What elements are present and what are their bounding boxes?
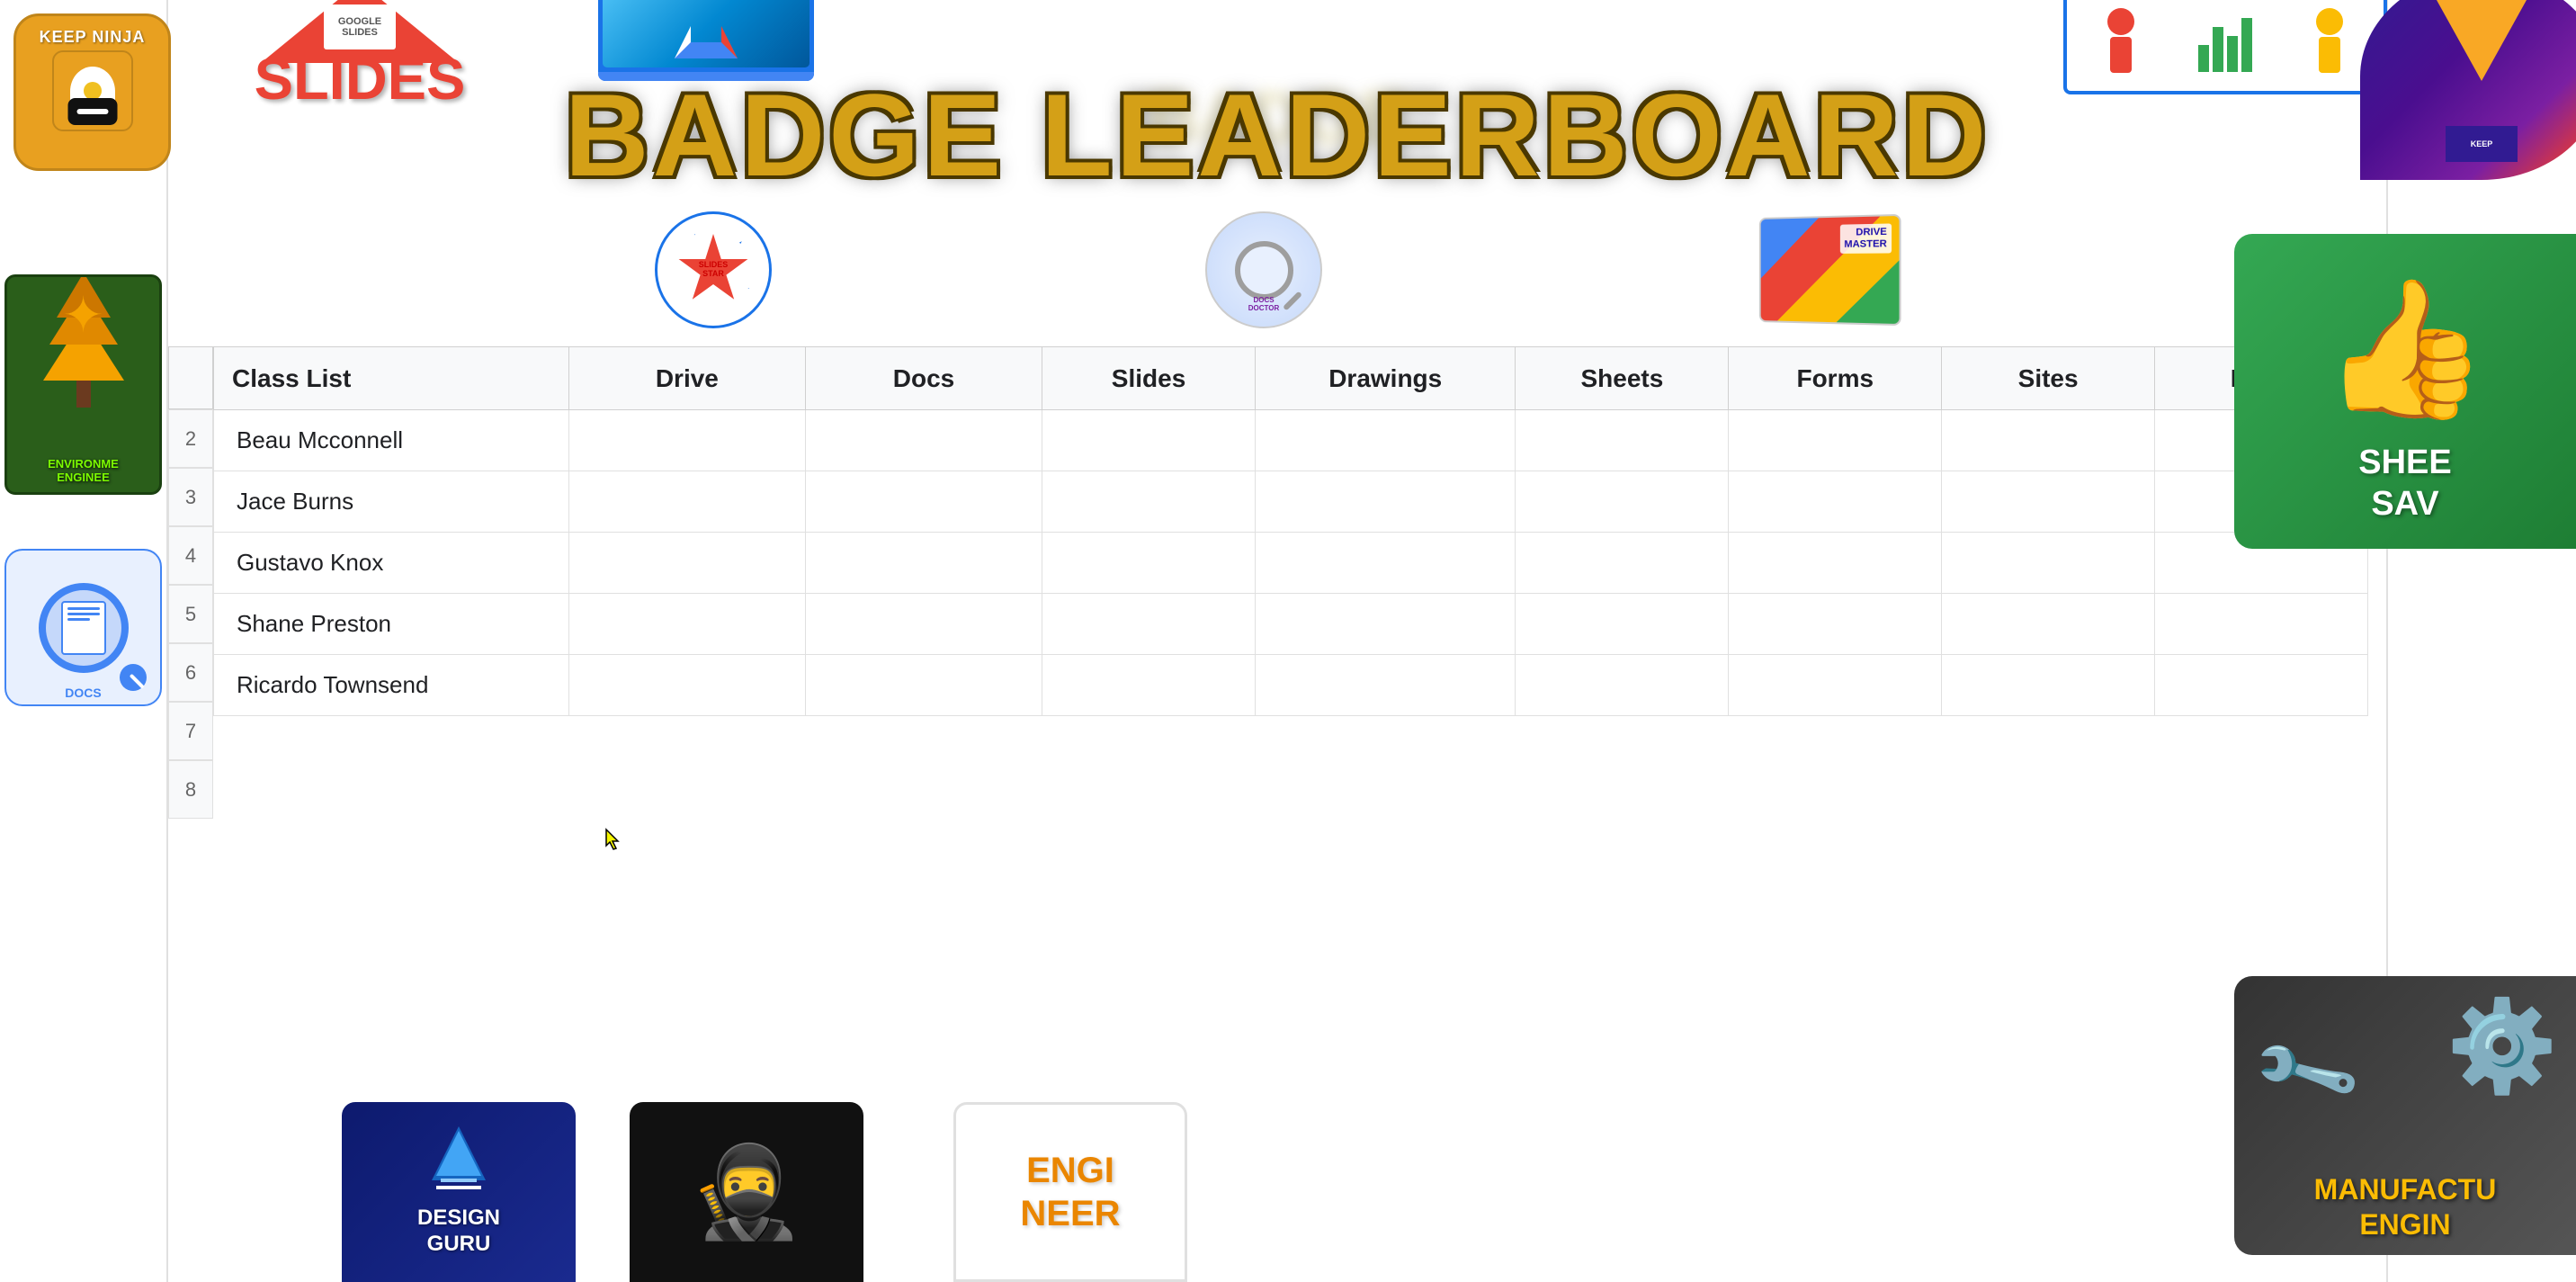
cell-forms[interactable] <box>1729 655 1942 716</box>
row-num-4: 4 <box>168 526 213 585</box>
cell-docs[interactable] <box>805 410 1042 471</box>
design-guru-icon: DESIGNGURU <box>342 1102 576 1282</box>
cell-sheets[interactable] <box>1516 533 1729 594</box>
cell-drawings[interactable] <box>1255 471 1516 533</box>
cell-drive[interactable] <box>568 533 805 594</box>
student-name-cell: Beau Mcconnell <box>214 410 569 471</box>
col-header-forms: Forms <box>1729 347 1942 410</box>
bottom-right-icon: ENGINEER <box>953 1102 1187 1282</box>
cell-docs[interactable] <box>805 594 1042 655</box>
persons-top-icon <box>2063 0 2387 94</box>
cell-slides[interactable] <box>1042 410 1256 471</box>
main-content: BADGE BADGE LEADERBOARD SLIDESSTAR <box>166 0 2388 1282</box>
bottom-center-icon: 🥷 <box>630 1102 863 1282</box>
cell-sites[interactable] <box>1942 594 2155 655</box>
cell-sites[interactable] <box>1942 533 2155 594</box>
cell-keep[interactable] <box>2155 594 2368 655</box>
slides-top-icon: GOOGLESLIDES SLIDES <box>234 0 486 99</box>
keep-ninja-icon: KEEP NINJA <box>13 13 171 171</box>
cell-sites[interactable] <box>1942 410 2155 471</box>
cell-keep[interactable] <box>2155 655 2368 716</box>
student-name-cell: Gustavo Knox <box>214 533 569 594</box>
drive-app-top <box>576 0 836 94</box>
col-header-drawings: Drawings <box>1255 347 1516 410</box>
cell-sites[interactable] <box>1942 471 2155 533</box>
cell-forms[interactable] <box>1729 471 1942 533</box>
cell-drive[interactable] <box>568 410 805 471</box>
cell-sheets[interactable] <box>1516 410 1729 471</box>
cell-drawings[interactable] <box>1255 410 1516 471</box>
table-row[interactable]: Shane Preston <box>214 594 2368 655</box>
col-header-class-list: Class List <box>214 347 569 410</box>
col-header-drive: Drive <box>568 347 805 410</box>
badges-row: SLIDESSTAR DOCSDOCTOR DRIVEMASTER <box>168 198 2386 342</box>
cell-slides[interactable] <box>1042 471 1256 533</box>
cell-drive[interactable] <box>568 594 805 655</box>
manufacture-label: MANUFACTUENGIN <box>2314 1172 2497 1242</box>
docs-icon-left: DOCS <box>4 549 162 706</box>
drive-master-badge: DRIVEMASTER <box>1756 216 1900 324</box>
sheets-saver-label: SHEESAV <box>2358 443 2451 524</box>
cell-drawings[interactable] <box>1255 594 1516 655</box>
cell-drawings[interactable] <box>1255 533 1516 594</box>
cell-drive[interactable] <box>568 655 805 716</box>
cell-docs[interactable] <box>805 655 1042 716</box>
row-num-5: 5 <box>168 585 213 643</box>
cell-docs[interactable] <box>805 533 1042 594</box>
row-num-8: 8 <box>168 760 213 819</box>
col-header-slides: Slides <box>1042 347 1256 410</box>
cell-docs[interactable] <box>805 471 1042 533</box>
col-header-sites: Sites <box>1942 347 2155 410</box>
cell-drive[interactable] <box>568 471 805 533</box>
design-guru-label: DESIGNGURU <box>417 1206 500 1258</box>
table-row[interactable]: Gustavo Knox <box>214 533 2368 594</box>
row-num-3: 3 <box>168 468 213 526</box>
row-numbers-column: 2 3 4 5 6 7 8 <box>168 346 213 819</box>
table-row[interactable]: Jace Burns <box>214 471 2368 533</box>
cell-slides[interactable] <box>1042 594 1256 655</box>
cell-drawings[interactable] <box>1255 655 1516 716</box>
row-num-2: 2 <box>168 409 213 468</box>
table-row[interactable]: Ricardo Townsend <box>214 655 2368 716</box>
row-num-6: 6 <box>168 643 213 702</box>
cell-sheets[interactable] <box>1516 471 1729 533</box>
cell-slides[interactable] <box>1042 533 1256 594</box>
env-engineer-label: ENVIRONMEENGINEE <box>7 457 159 485</box>
docs-doctor-badge: DOCSDOCTOR <box>1205 211 1322 328</box>
cell-forms[interactable] <box>1729 533 1942 594</box>
header-row: Class List Drive Docs Slides Drawings <box>214 347 2368 410</box>
title-section: BADGE LEADERBOARD <box>168 0 2386 198</box>
sheets-saver-icon: 👍 SHEESAV <box>2234 234 2576 549</box>
environment-engineer-icon: ✦ ENVIRONMEENGINEE <box>4 274 162 495</box>
keep-ninja-title: KEEP NINJA <box>40 28 146 47</box>
student-name-cell: Ricardo Townsend <box>214 655 569 716</box>
manufacture-engineer-icon: ⚙️ 🔧 MANUFACTUENGIN <box>2234 976 2576 1255</box>
row-num-7: 7 <box>168 702 213 760</box>
cell-forms[interactable] <box>1729 594 1942 655</box>
cell-slides[interactable] <box>1042 655 1256 716</box>
col-header-docs: Docs <box>805 347 1042 410</box>
cell-sheets[interactable] <box>1516 655 1729 716</box>
cell-sheets[interactable] <box>1516 594 1729 655</box>
far-right-badge: KEEP <box>2360 0 2576 180</box>
student-name-cell: Jace Burns <box>214 471 569 533</box>
cell-sites[interactable] <box>1942 655 2155 716</box>
table-row[interactable]: Beau Mcconnell <box>214 410 2368 471</box>
slides-star-badge: SLIDESSTAR <box>655 211 772 328</box>
col-header-sheets: Sheets <box>1516 347 1729 410</box>
cell-forms[interactable] <box>1729 410 1942 471</box>
row-num-header <box>168 346 213 409</box>
student-name-cell: Shane Preston <box>214 594 569 655</box>
